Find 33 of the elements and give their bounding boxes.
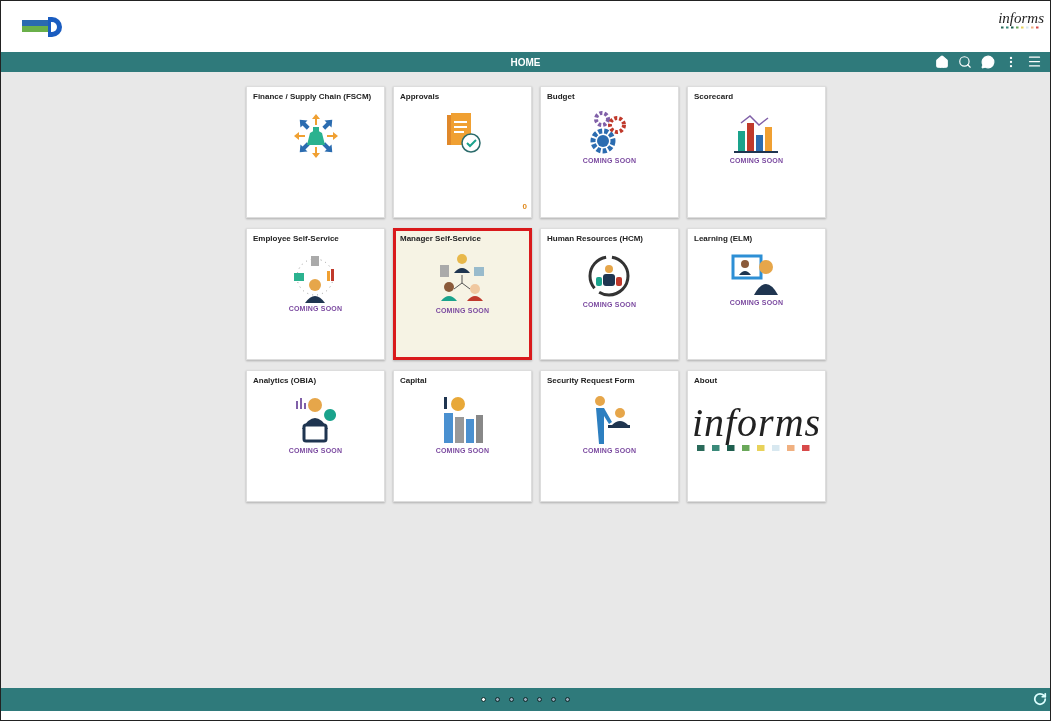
app-tile[interactable]: Finance / Supply Chain (FSCM) [246,86,385,218]
page-dot[interactable] [481,697,486,702]
chat-icon[interactable] [981,54,995,69]
page-dot[interactable] [551,697,556,702]
refresh-icon[interactable] [1033,692,1047,706]
tile-title: Capital [400,376,427,385]
page-dot[interactable] [565,697,570,702]
county-logo-icon [22,15,64,38]
app-tile[interactable]: Approvals 0 [393,86,532,218]
page-dot[interactable] [509,697,514,702]
tile-title: Analytics (OBIA) [253,376,317,385]
app-tile[interactable]: About informs [687,370,826,502]
tile-title: Finance / Supply Chain (FSCM) [253,92,372,101]
tile-count: 0 [522,202,527,211]
tile-title: Human Resources (HCM) [547,234,643,243]
tile-title: Approvals [400,92,440,101]
page-dot[interactable] [537,697,542,702]
brand-logo-text: informs [691,403,822,443]
home-icon[interactable] [935,54,949,69]
menu-icon[interactable] [1027,54,1042,69]
tile-title: About [694,376,718,385]
search-icon[interactable] [958,54,972,69]
tile-title: Budget [547,92,575,101]
tile-title: Learning (ELM) [694,234,753,243]
tile-title: Security Request Form [547,376,635,385]
color-dots-icon [1001,25,1042,29]
brand-logo-text: informs [998,10,1044,26]
page-dot[interactable] [495,697,500,702]
tile-title: Manager Self-Service [400,234,481,243]
tile-title: Employee Self-Service [253,234,339,243]
page-dot[interactable] [523,697,528,702]
tile-title: Scorecard [694,92,734,101]
page-title: HOME [510,56,541,68]
